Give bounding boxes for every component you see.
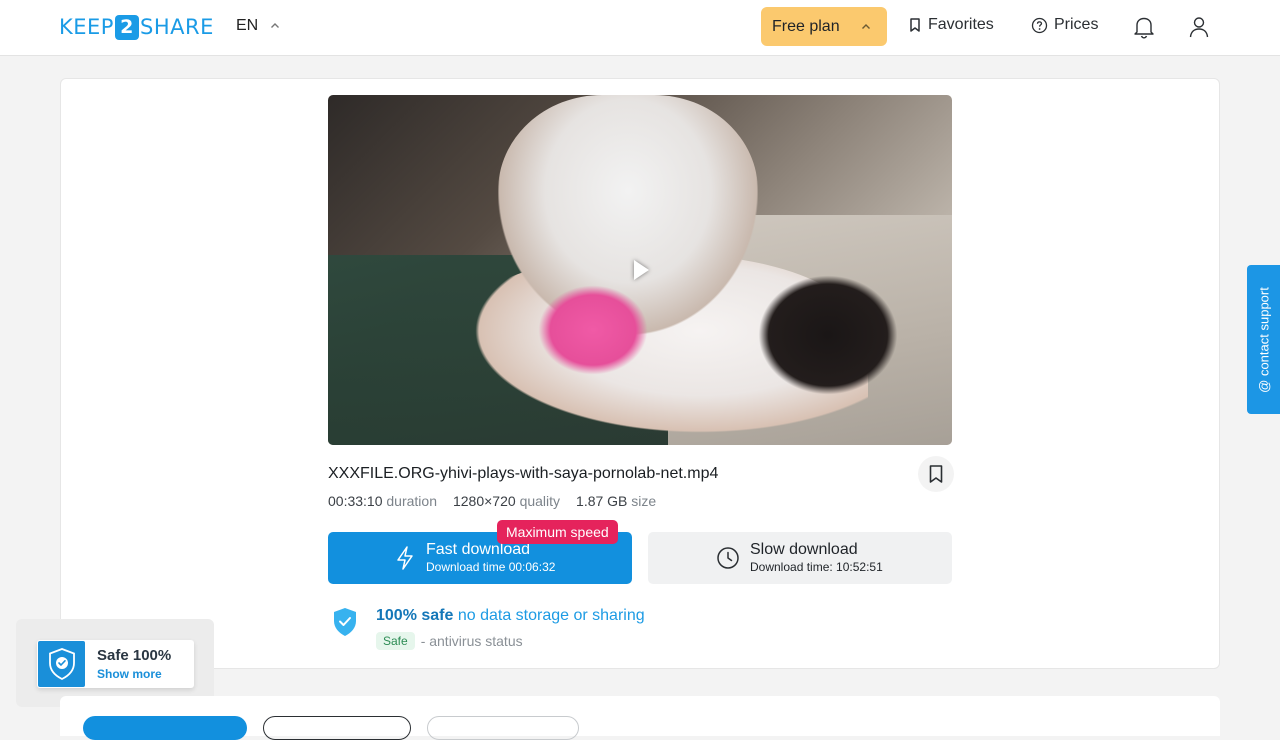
language-selector[interactable]: EN — [236, 17, 280, 35]
account-button[interactable] — [1187, 14, 1211, 40]
fast-download-text: Fast download Download time 00:06:32 — [426, 541, 555, 575]
plan-label: Free plan — [772, 17, 840, 35]
fast-download-content: Fast download Download time 00:06:32 — [394, 541, 555, 575]
safe-widget-title: Safe 100% — [97, 647, 172, 664]
shield-check-icon — [334, 608, 356, 636]
slow-download-text: Slow download Download time: 10:52:51 — [750, 541, 883, 575]
bookmark-icon — [929, 465, 943, 483]
help-circle-icon — [1031, 17, 1048, 33]
safety-bold: 100% safe — [376, 607, 454, 624]
shield-box — [38, 641, 85, 687]
chevron-up-icon — [271, 23, 280, 28]
logo-text-share: SHARE — [139, 15, 214, 39]
size-value: 1.87 GB — [576, 493, 628, 509]
favorites-link[interactable]: Favorites — [908, 16, 994, 34]
slow-download-content: Slow download Download time: 10:52:51 — [716, 541, 883, 575]
chevron-up-icon — [862, 24, 870, 29]
bookmark-icon — [910, 18, 920, 32]
favorites-label: Favorites — [928, 16, 994, 33]
add-to-favorites-button[interactable] — [918, 456, 954, 492]
free-plan-button[interactable]: Free plan — [761, 7, 887, 46]
video-preview[interactable] — [328, 95, 952, 445]
antivirus-status: Safe - antivirus status — [376, 632, 523, 650]
user-icon — [1189, 17, 1209, 38]
size-info: 1.87 GB size — [576, 493, 656, 509]
quality-value: 1280×720 — [452, 493, 516, 509]
duration-value: 00:33:10 — [328, 493, 383, 509]
notifications-button[interactable] — [1132, 14, 1156, 40]
language-label: EN — [236, 17, 259, 34]
file-name: XXXFILE.ORG-yhivi-plays-with-saya-pornol… — [328, 465, 719, 482]
logo-text-keep: KEEP — [59, 15, 114, 39]
contact-support-tab[interactable]: @ contact support — [1247, 265, 1280, 414]
play-icon[interactable] — [634, 260, 649, 280]
safe-badge-widget[interactable]: Safe 100% Show more — [37, 640, 194, 688]
show-more-link[interactable]: Show more — [97, 667, 162, 681]
clock-icon — [717, 547, 739, 569]
contact-support-label: @ contact support — [1256, 286, 1271, 393]
slow-download-title: Slow download — [750, 541, 858, 558]
safety-statement: 100% safe no data storage or sharing — [376, 607, 645, 625]
site-logo[interactable]: KEEP 2 SHARE — [59, 14, 214, 40]
shield-check-icon — [48, 648, 75, 681]
slow-download-button[interactable]: Slow download Download time: 10:52:51 — [648, 532, 952, 584]
quality-label: quality — [519, 493, 561, 509]
quality-info: 1280×720 quality — [453, 493, 560, 509]
prices-label: Prices — [1054, 16, 1099, 33]
bell-icon — [1134, 17, 1154, 39]
duration-info: 00:33:10 duration — [328, 493, 437, 509]
antivirus-status-text: - antivirus status — [420, 633, 523, 649]
lightning-icon — [397, 546, 413, 570]
fast-download-time: Download time 00:06:32 — [426, 560, 556, 574]
preview-shape — [538, 285, 648, 375]
maximum-speed-badge: Maximum speed — [497, 520, 618, 544]
prices-link[interactable]: Prices — [1031, 16, 1098, 34]
file-meta: 00:33:10 duration 1280×720 quality 1.87 … — [328, 493, 656, 509]
preview-shape — [758, 275, 898, 395]
top-header: KEEP 2 SHARE EN Free plan Favorites Pric… — [0, 0, 1280, 56]
logo-text-two: 2 — [114, 14, 139, 40]
safety-rest: no data storage or sharing — [457, 607, 645, 624]
duration-label: duration — [386, 493, 437, 509]
safety-shield — [331, 606, 359, 643]
slow-download-time: Download time: 10:52:51 — [750, 560, 883, 574]
safe-pill: Safe — [376, 632, 415, 650]
size-label: size — [631, 493, 657, 509]
